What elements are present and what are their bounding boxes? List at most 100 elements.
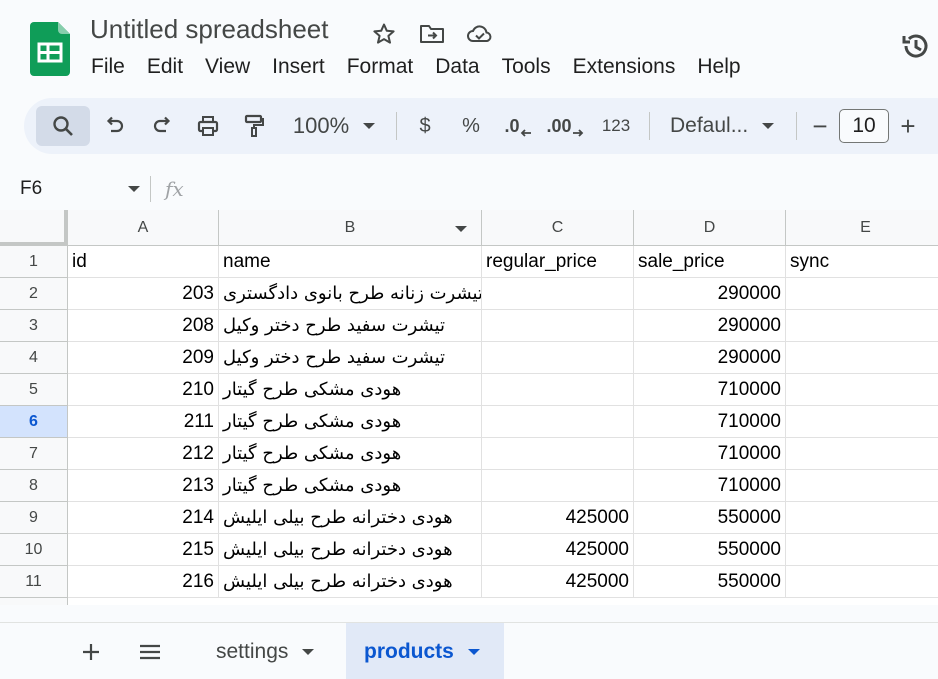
row-header-4[interactable]: 4: [0, 342, 68, 374]
row-header-10[interactable]: 10: [0, 534, 68, 566]
cell-a7[interactable]: 212: [68, 438, 219, 470]
decrease-decimal-button[interactable]: .0: [499, 106, 537, 146]
cell-a8[interactable]: 213: [68, 470, 219, 502]
cell-a3[interactable]: 208: [68, 310, 219, 342]
cell-b4[interactable]: تیشرت سفید طرح دختر وکیل: [219, 342, 482, 374]
cell-c8[interactable]: [482, 470, 634, 502]
cell-d5[interactable]: 710000: [634, 374, 786, 406]
zoom-select[interactable]: 100%: [282, 106, 386, 146]
cell-b5[interactable]: هودی مشکی طرح گیتار: [219, 374, 482, 406]
filter-chevron-down-icon[interactable]: [455, 226, 467, 232]
row-header-3[interactable]: 3: [0, 310, 68, 342]
redo-button[interactable]: [140, 106, 184, 146]
cell-c9[interactable]: 425000: [482, 502, 634, 534]
cell-c3[interactable]: [482, 310, 634, 342]
menu-extensions[interactable]: Extensions: [562, 55, 687, 79]
cell-e10[interactable]: [786, 534, 938, 566]
column-header-a[interactable]: A: [68, 210, 219, 246]
cell-b9[interactable]: هودی دخترانه طرح بیلی ایلیش: [219, 502, 482, 534]
move-folder-icon[interactable]: [418, 20, 446, 48]
cell-c1[interactable]: regular_price: [482, 246, 634, 278]
cell-e4[interactable]: [786, 342, 938, 374]
row-header-7[interactable]: 7: [0, 438, 68, 470]
row-header-2[interactable]: 2: [0, 278, 68, 310]
cell-b1[interactable]: name: [219, 246, 482, 278]
decrease-font-size-button[interactable]: −: [807, 106, 833, 146]
cell-d3[interactable]: 290000: [634, 310, 786, 342]
font-size-input[interactable]: 10: [839, 109, 889, 143]
sheet-tab-products[interactable]: products: [346, 623, 504, 679]
search-menus-button[interactable]: [36, 106, 90, 146]
cell-c5[interactable]: [482, 374, 634, 406]
column-header-e[interactable]: E: [786, 210, 938, 246]
cell-c4[interactable]: [482, 342, 634, 374]
cell-e3[interactable]: [786, 310, 938, 342]
column-header-c[interactable]: C: [482, 210, 634, 246]
currency-format-button[interactable]: $: [407, 106, 443, 146]
paint-format-button[interactable]: [232, 106, 276, 146]
cell-e7[interactable]: [786, 438, 938, 470]
star-icon[interactable]: [370, 20, 398, 48]
cell-b7[interactable]: هودی مشکی طرح گیتار: [219, 438, 482, 470]
row-header-6[interactable]: 6: [0, 406, 68, 438]
menu-edit[interactable]: Edit: [136, 55, 194, 79]
undo-button[interactable]: [90, 106, 140, 146]
cell-b2[interactable]: تیشرت زنانه طرح بانوی دادگستری: [219, 278, 482, 310]
font-select[interactable]: Defaul...: [660, 106, 786, 146]
cell-c6[interactable]: [482, 406, 634, 438]
cloud-saved-icon[interactable]: [466, 20, 494, 48]
cell-d4[interactable]: 290000: [634, 342, 786, 374]
cell-e6[interactable]: [786, 406, 938, 438]
column-header-b[interactable]: B: [219, 210, 482, 246]
cell-d8[interactable]: 710000: [634, 470, 786, 502]
menu-help[interactable]: Help: [686, 55, 751, 79]
menu-view[interactable]: View: [194, 55, 261, 79]
cell-b8[interactable]: هودی مشکی طرح گیتار: [219, 470, 482, 502]
cell-e8[interactable]: [786, 470, 938, 502]
cell-d2[interactable]: 290000: [634, 278, 786, 310]
document-title[interactable]: Untitled spreadsheet: [90, 14, 328, 45]
percent-format-button[interactable]: %: [443, 106, 499, 146]
cell-c2[interactable]: [482, 278, 634, 310]
cell-e1[interactable]: sync: [786, 246, 938, 278]
cell-a10[interactable]: 215: [68, 534, 219, 566]
menu-insert[interactable]: Insert: [261, 55, 336, 79]
cell-d11[interactable]: 550000: [634, 566, 786, 598]
cell-e2[interactable]: [786, 278, 938, 310]
cell-d6[interactable]: 710000: [634, 406, 786, 438]
cell-c11[interactable]: 425000: [482, 566, 634, 598]
cell-a2[interactable]: 203: [68, 278, 219, 310]
sheet-tab-settings[interactable]: settings: [198, 623, 332, 679]
row-header-11[interactable]: 11: [0, 566, 68, 598]
cell-a6[interactable]: 211: [68, 406, 219, 438]
cell-a4[interactable]: 209: [68, 342, 219, 374]
cell-a11[interactable]: 216: [68, 566, 219, 598]
cell-e9[interactable]: [786, 502, 938, 534]
cell-c7[interactable]: [482, 438, 634, 470]
cell-e11[interactable]: [786, 566, 938, 598]
menu-data[interactable]: Data: [424, 55, 490, 79]
column-header-d[interactable]: D: [634, 210, 786, 246]
increase-decimal-button[interactable]: .00: [537, 106, 593, 146]
chevron-down-icon[interactable]: [302, 648, 315, 655]
all-sheets-button[interactable]: [135, 637, 165, 667]
cell-d9[interactable]: 550000: [634, 502, 786, 534]
chevron-down-icon[interactable]: [467, 648, 480, 655]
row-header-1[interactable]: 1: [0, 246, 68, 278]
cell-c10[interactable]: 425000: [482, 534, 634, 566]
cell-b3[interactable]: تیشرت سفید طرح دختر وکیل: [219, 310, 482, 342]
version-history-icon[interactable]: [898, 28, 934, 64]
cell-b10[interactable]: هودی دخترانه طرح بیلی ایلیش: [219, 534, 482, 566]
name-box[interactable]: F6: [0, 170, 150, 208]
cell-a9[interactable]: 214: [68, 502, 219, 534]
sheets-logo-icon[interactable]: [30, 22, 70, 76]
row-header-8[interactable]: 8: [0, 470, 68, 502]
menu-format[interactable]: Format: [336, 55, 425, 79]
cell-d7[interactable]: 710000: [634, 438, 786, 470]
increase-font-size-button[interactable]: +: [895, 106, 921, 146]
cell-b11[interactable]: هودی دخترانه طرح بیلی ایلیش: [219, 566, 482, 598]
row-header-5[interactable]: 5: [0, 374, 68, 406]
print-button[interactable]: [184, 106, 232, 146]
cell-a1[interactable]: id: [68, 246, 219, 278]
cell-d1[interactable]: sale_price: [634, 246, 786, 278]
